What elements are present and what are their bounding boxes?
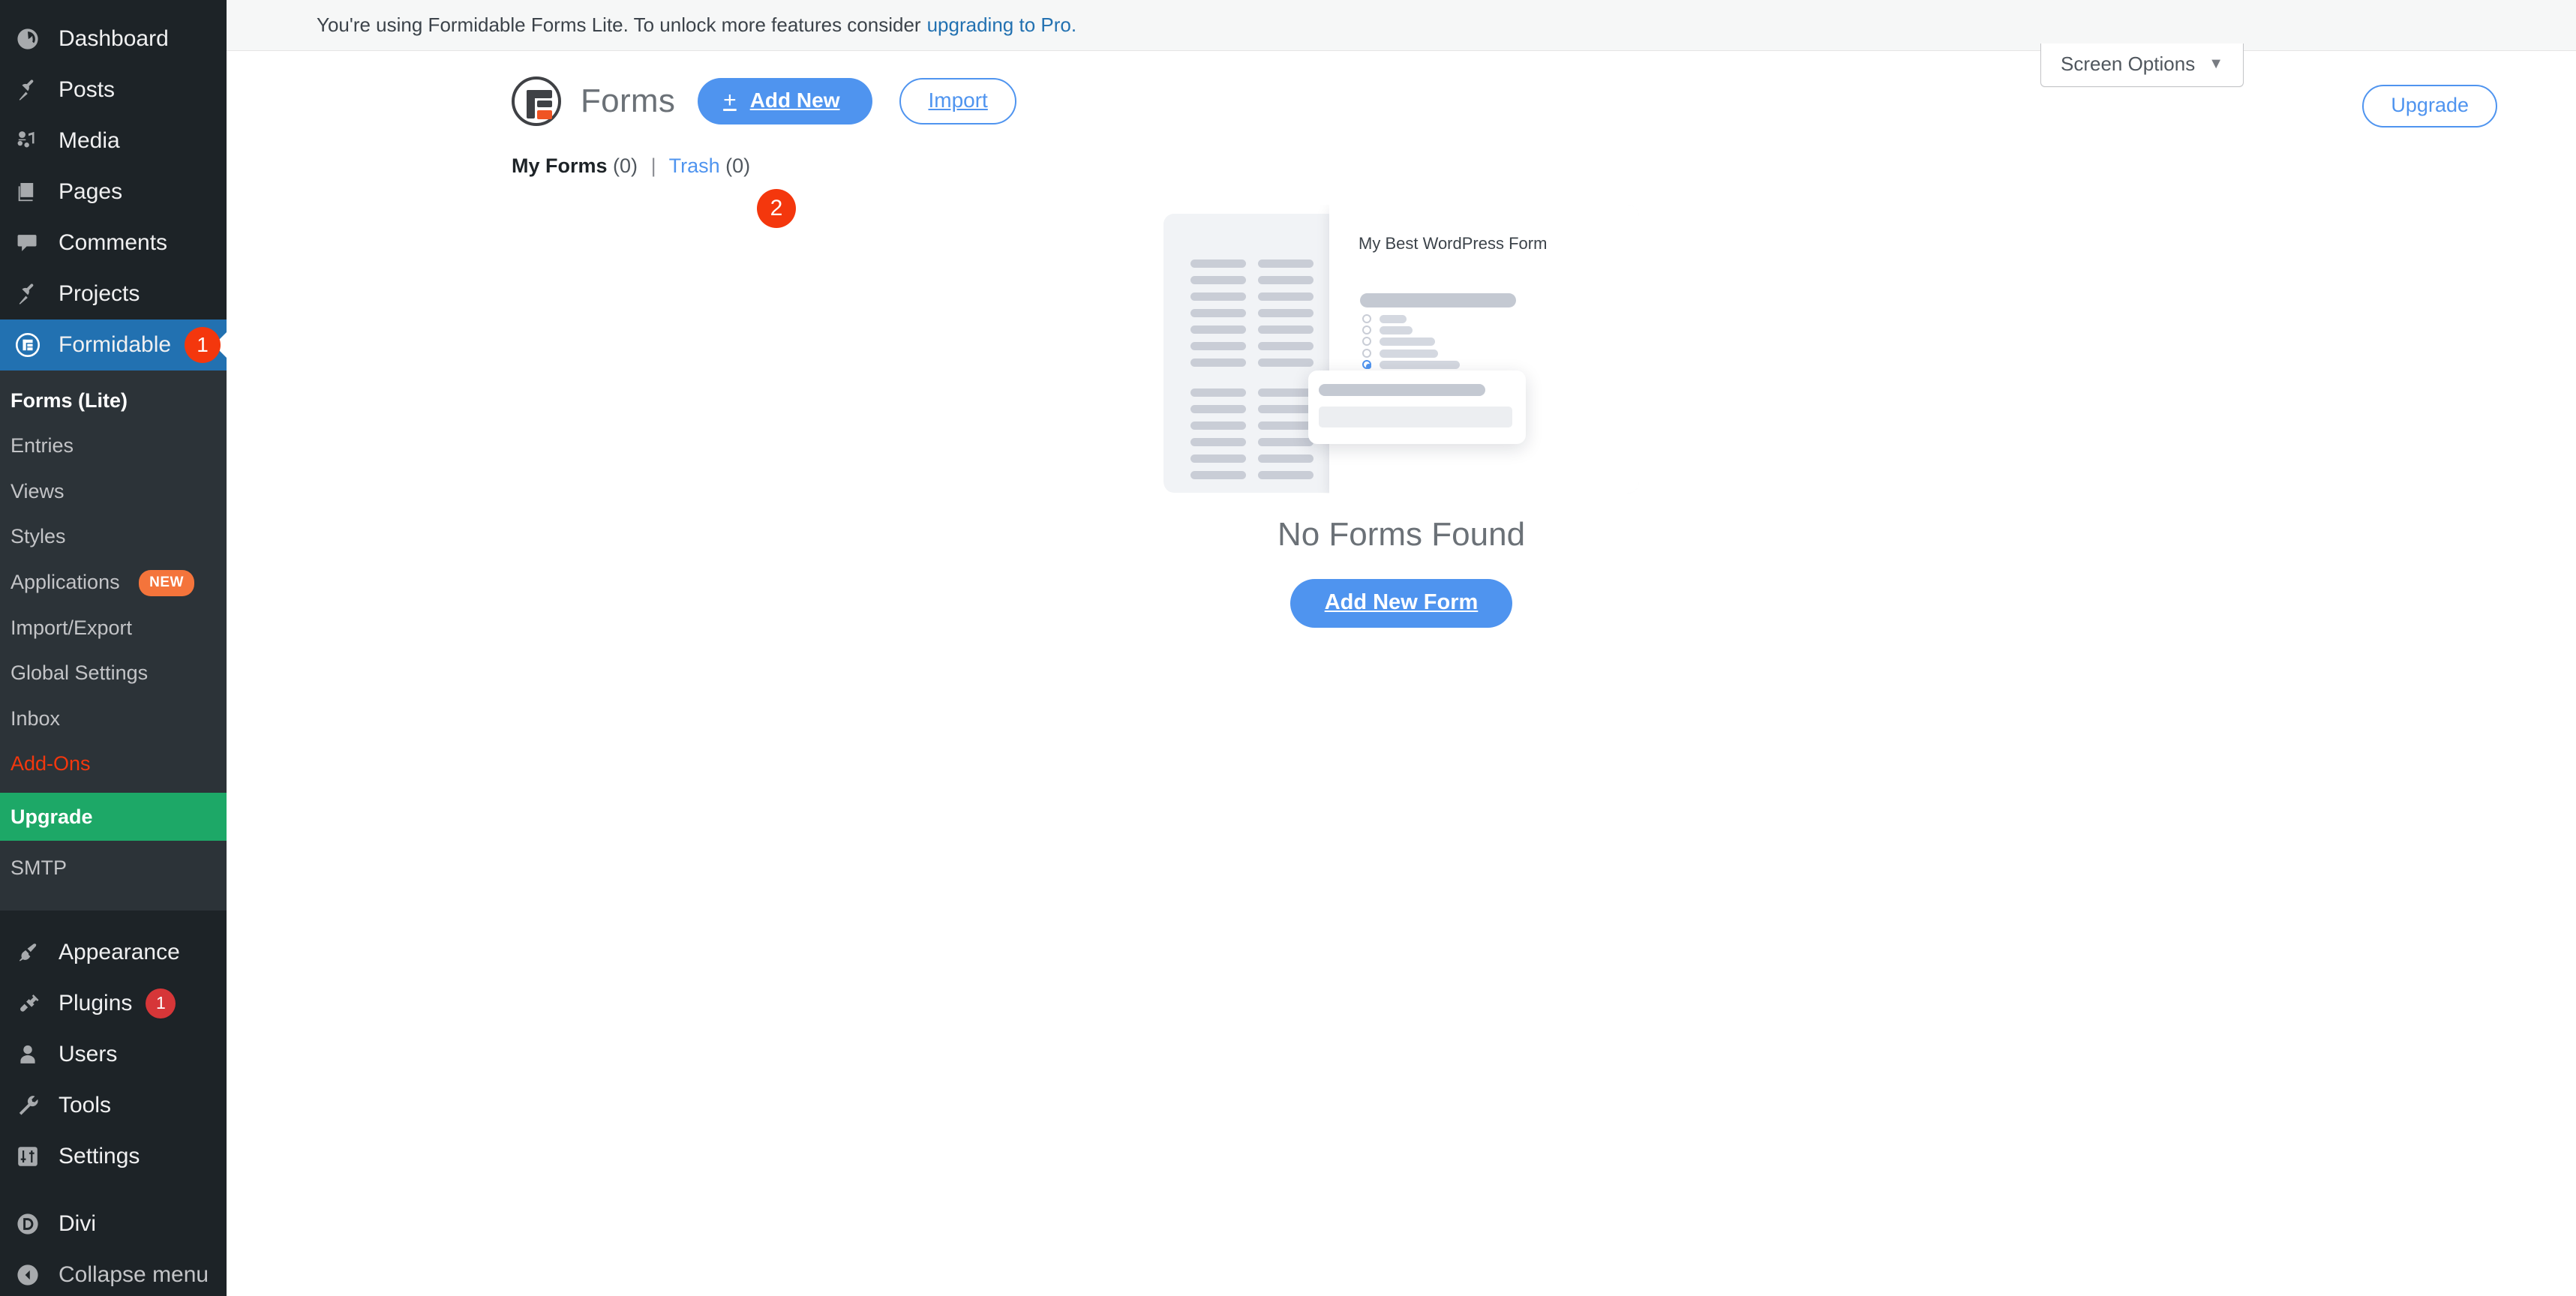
filter-trash-count: (0) [725,154,751,177]
add-new-button[interactable]: + Add New [698,78,873,124]
sidebar-divider [0,1182,227,1198]
submenu-item-import-export[interactable]: Import/Export [0,605,227,650]
sidebar-item-label: Posts [59,77,116,102]
dashboard-icon [11,26,45,52]
pages-icon [11,180,45,204]
comment-icon [11,231,45,255]
sidebar-item-label: Formidable [59,332,172,357]
filter-my-forms-count: (0) [613,154,638,177]
notice-text: You're using Formidable Forms Lite. To u… [317,14,921,36]
marker-badge-2: 2 [757,189,796,228]
sidebar-item-collapse-menu[interactable]: Collapse menu [0,1250,227,1296]
formidable-submenu: Forms (Lite) Entries Views Styles Applic… [0,370,227,910]
submenu-item-global-settings[interactable]: Global Settings [0,650,227,695]
formidable-icon [11,332,45,358]
user-icon [11,1042,45,1066]
submenu-item-add-ons[interactable]: Add-Ons [0,741,227,786]
sidebar-item-label: Divi [59,1210,96,1236]
plus-icon: + [723,88,737,112]
sidebar-item-label: Dashboard [59,26,169,51]
sidebar-item-label: Plugins [59,990,133,1016]
submenu-item-entries[interactable]: Entries [0,423,227,468]
admin-sidebar: Dashboard Posts Media Pages Comments Pro… [0,0,227,1296]
logo-bar-mid [537,100,552,107]
sidebar-item-settings[interactable]: Settings [0,1131,227,1182]
illustration-form-title: My Best WordPress Form [1359,234,1548,253]
plugins-update-badge: 1 [146,988,176,1018]
sidebar-item-label: Pages [59,179,123,204]
sliders-icon [11,1144,45,1168]
collapse-arrow-icon [11,1262,45,1288]
logo-bar-accent [537,110,552,119]
wrench-icon [11,1094,45,1118]
add-new-label: Add New [749,88,840,112]
sidebar-item-appearance[interactable]: Appearance [0,927,227,978]
submenu-item-smtp[interactable]: SMTP [0,845,227,890]
pin-icon [11,282,45,306]
sidebar-item-label: Media [59,128,120,153]
sidebar-item-label: Users [59,1041,118,1066]
formidable-logo-icon [512,76,561,126]
sidebar-item-pages[interactable]: Pages [0,166,227,218]
upgrade-to-pro-link[interactable]: upgrading to Pro. [927,14,1076,37]
submenu-item-views[interactable]: Views [0,469,227,514]
no-forms-heading: No Forms Found [1277,516,1526,553]
sidebar-item-projects[interactable]: Projects [0,268,227,320]
empty-state: My Best WordPress Form No Forms Found Ad… [227,205,2576,628]
sidebar-item-label: Appearance [59,939,180,964]
add-new-form-button[interactable]: Add New Form [1290,579,1513,628]
submenu-item-applications[interactable]: Applications NEW [0,560,227,605]
sidebar-item-plugins[interactable]: Plugins 1 [0,978,227,1029]
submenu-item-inbox[interactable]: Inbox [0,696,227,741]
import-button[interactable]: Import [899,78,1016,124]
forms-filter-links: My Forms (0) | Trash (0) [227,126,2576,178]
filter-my-forms[interactable]: My Forms [512,154,608,177]
sidebar-item-comments[interactable]: Comments [0,218,227,268]
filter-separator: | [650,154,656,177]
page-title: Forms [581,82,676,119]
sidebar-item-label: Settings [59,1143,140,1168]
media-icon [11,128,45,154]
illustration-field-bar [1360,293,1516,308]
sidebar-item-tools[interactable]: Tools [0,1080,227,1131]
divi-icon [11,1211,45,1237]
sidebar-item-media[interactable]: Media [0,116,227,166]
main-content: You're using Formidable Forms Lite. To u… [227,0,2576,1296]
sidebar-item-label: Collapse menu [59,1262,209,1287]
sidebar-item-label: Tools [59,1092,112,1118]
new-badge: NEW [139,570,194,596]
submenu-item-forms-lite[interactable]: Forms (Lite) [0,378,227,423]
plug-icon [11,992,45,1016]
brush-icon [11,940,45,964]
sidebar-item-label: Projects [59,281,140,306]
illustration-left-panel [1163,214,1332,493]
sidebar-item-users[interactable]: Users [0,1029,227,1080]
submenu-item-styles[interactable]: Styles [0,514,227,559]
page-header: Forms + Add New Import 2 [227,51,2576,228]
submenu-item-label: Applications [11,570,120,593]
pin-icon [11,78,45,102]
sidebar-item-formidable[interactable]: Formidable 1 [0,320,227,370]
wordpress-admin-screen: Dashboard Posts Media Pages Comments Pro… [0,0,2576,1296]
marker-badge-1: 1 [185,327,221,363]
sidebar-divider [0,910,227,927]
sidebar-item-dashboard[interactable]: Dashboard [0,14,227,64]
logo-bar-stem [527,90,535,118]
filter-trash[interactable]: Trash [669,154,720,177]
submenu-item-upgrade[interactable]: Upgrade [0,792,227,842]
illustration-field-input [1319,406,1512,428]
forms-illustration: My Best WordPress Form [1163,205,1639,494]
illustration-field-label [1319,384,1485,396]
illustration-floating-field [1308,370,1526,444]
sidebar-item-divi[interactable]: Divi [0,1198,227,1250]
sidebar-item-label: Comments [59,230,168,255]
sidebar-item-posts[interactable]: Posts [0,64,227,116]
